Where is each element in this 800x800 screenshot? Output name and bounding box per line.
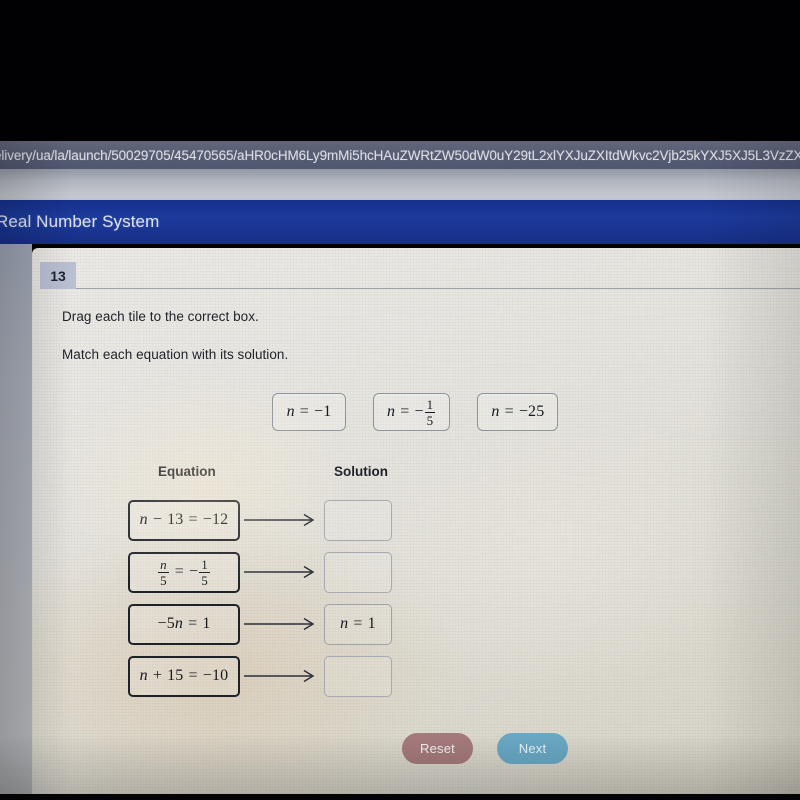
tile-2-numerator: 1 (426, 396, 434, 412)
equation-box-4: n + 15 = −10 (128, 655, 240, 697)
tile-tray: n = −1 n = − 1 5 n = − 25 (272, 390, 592, 434)
next-button[interactable]: Next (497, 733, 568, 764)
equation-1-expression: n − 13 = −12 (140, 511, 229, 529)
equation-3-expression: −5 n = 1 (157, 615, 210, 633)
equation-2-expression: n 5 = − 1 5 (157, 558, 211, 587)
tile-1-value: 1 (323, 403, 332, 420)
equation-box-1: n − 13 = −12 (128, 499, 240, 541)
reset-button[interactable]: Reset (402, 733, 473, 764)
app-header-bar: Real Number System (0, 200, 800, 244)
solution-3-variable: n (340, 615, 349, 632)
equation-2-rhs-numerator: 1 (201, 556, 208, 572)
browser-url-bar[interactable]: elivery/ua/la/launch/50029705/45470565/a… (0, 141, 800, 169)
page-title: Real Number System (0, 212, 160, 231)
tile-2-relation: = (400, 403, 410, 420)
question-number-badge: 13 (40, 262, 76, 289)
tile-1-relation: = (299, 403, 309, 420)
equation-1-result-sign: − (202, 511, 212, 528)
equation-4-variable: n (139, 667, 148, 684)
top-black-border (0, 0, 800, 141)
match-row-2: n 5 = − 1 5 (128, 550, 418, 594)
solution-3-expression: n = 1 (340, 615, 376, 633)
page-left-margin (0, 244, 32, 800)
tile-3-value: 25 (528, 403, 545, 420)
header-divider (76, 288, 800, 289)
arrow-icon-4 (244, 668, 322, 684)
equation-4-expression: n + 15 = −10 (140, 667, 229, 685)
tile-3-sign: − (518, 403, 529, 420)
solution-dropzone-3[interactable]: n = 1 (324, 603, 392, 645)
url-text: elivery/ua/la/launch/50029705/45470565/a… (0, 147, 800, 163)
tile-1-sign: − (314, 403, 324, 420)
solution-dropzone-4[interactable] (324, 655, 392, 697)
photographed-screen: elivery/ua/la/launch/50029705/45470565/a… (0, 0, 800, 800)
instruction-drag-tiles: Drag each tile to the correct box. (62, 309, 259, 324)
solution-3-relation: = (353, 615, 363, 632)
draggable-tile-1[interactable]: n = −1 (272, 393, 346, 431)
tile-1-variable: n (286, 403, 295, 420)
equation-2-relation: = (174, 563, 184, 580)
tile-2-variable: n (387, 403, 396, 420)
instruction-match-equations: Match each equation with its solution. (62, 347, 289, 362)
browser-chrome-gap (0, 169, 800, 200)
equation-1-operator: − (152, 511, 163, 528)
tile-1-expression: n = −1 (287, 403, 332, 421)
tile-3-relation: = (504, 403, 514, 420)
match-row-3: −5 n = 1 n = 1 (128, 602, 418, 646)
draggable-tile-2[interactable]: n = − 1 5 (373, 393, 451, 431)
equation-3-relation: = (188, 615, 198, 632)
equation-2-rhs-denominator: 5 (199, 571, 210, 588)
equation-1-term: 13 (167, 511, 184, 528)
match-row-4: n + 15 = −10 (128, 654, 418, 698)
equation-4-term: 15 (167, 667, 184, 684)
draggable-tile-3[interactable]: n = −25 (477, 393, 559, 431)
solution-dropzone-1[interactable] (324, 499, 392, 541)
tile-3-variable: n (491, 403, 500, 420)
equation-4-relation: = (188, 667, 198, 684)
tile-2-expression: n = − 1 5 (387, 398, 436, 427)
equation-2-lhs-fraction: n 5 (158, 558, 169, 587)
column-header-solution: Solution (334, 464, 388, 479)
arrow-icon-3 (244, 616, 322, 632)
equation-3-coefficient-sign: − (157, 615, 167, 632)
match-row-1: n − 13 = −12 (128, 498, 418, 542)
equation-1-relation: = (188, 511, 198, 528)
equation-4-operator: + (152, 667, 163, 684)
solution-dropzone-2[interactable] (324, 551, 392, 593)
tile-2-fraction: 1 5 (424, 396, 436, 428)
action-buttons: Reset Next (402, 733, 568, 764)
question-card: 13 Drag each tile to the correct box. Ma… (32, 248, 800, 800)
equation-1-variable: n (139, 511, 148, 528)
solution-3-value: 1 (367, 615, 376, 632)
column-header-equation: Equation (158, 464, 216, 479)
tile-2-denominator: 5 (424, 411, 436, 428)
equation-4-result-sign: − (202, 667, 212, 684)
tile-2-sign: − (414, 403, 424, 420)
arrow-icon-2 (244, 564, 322, 580)
equation-4-result: 10 (211, 667, 229, 684)
equation-2-rhs-fraction: 1 5 (199, 558, 210, 587)
equation-box-2: n 5 = − 1 5 (128, 551, 240, 593)
equation-3-result: 1 (202, 615, 211, 632)
equation-box-3: −5 n = 1 (128, 603, 240, 645)
equation-2-lhs-denominator: 5 (158, 571, 169, 588)
equation-2-lhs-numerator: n (160, 556, 167, 572)
equation-3-coefficient: 5 (166, 615, 175, 632)
tile-3-expression: n = −25 (491, 403, 544, 421)
equation-3-variable: n (174, 615, 184, 632)
bottom-black-border (0, 794, 800, 800)
equation-1-result: 12 (211, 511, 229, 528)
arrow-icon-1 (244, 512, 322, 528)
equation-2-result-sign: − (189, 563, 199, 580)
